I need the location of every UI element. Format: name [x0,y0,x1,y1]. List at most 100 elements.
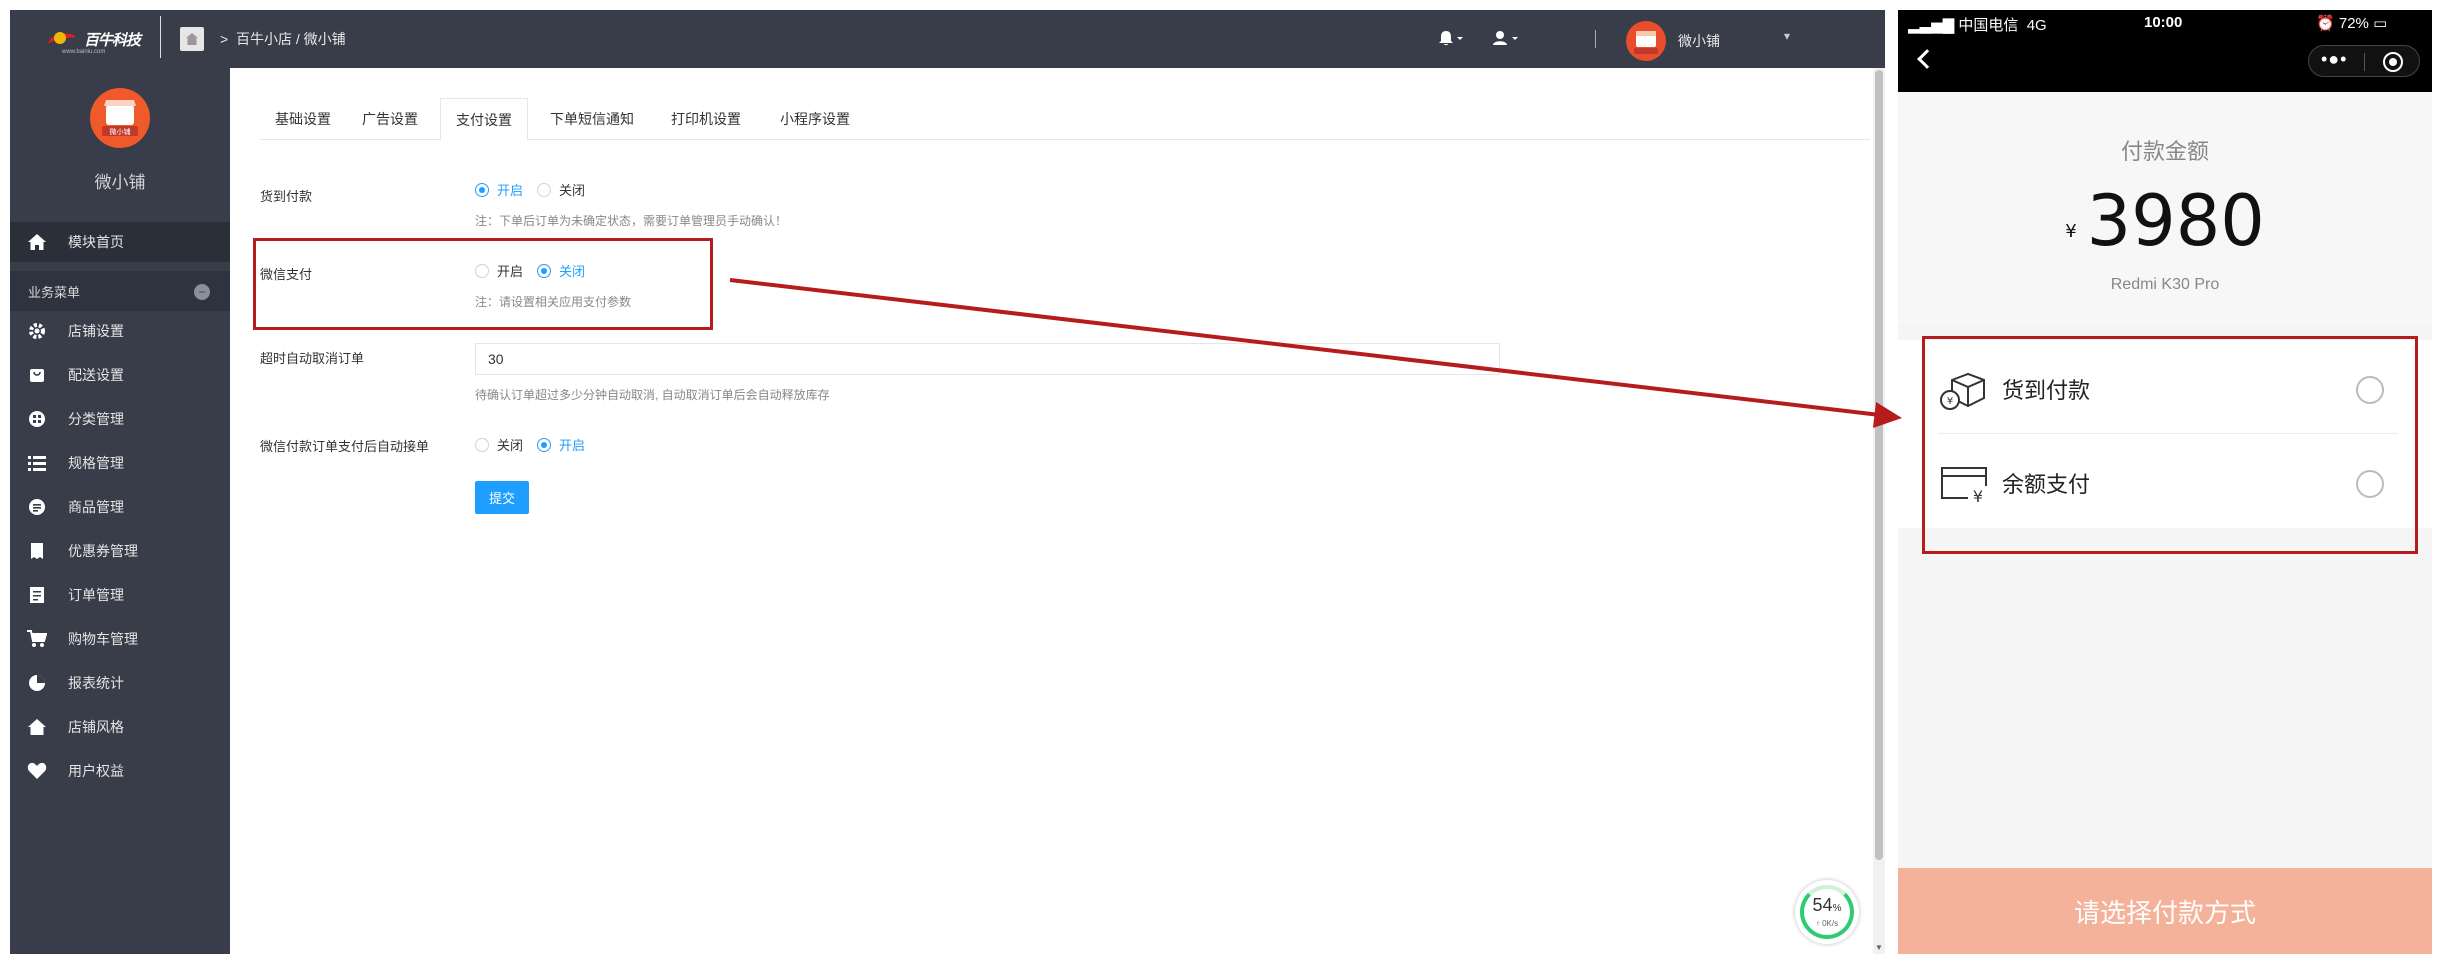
tab-sms[interactable]: 下单短信通知 [532,98,652,140]
coupon-icon [26,540,48,562]
tab-printer[interactable]: 打印机设置 [656,98,756,140]
pay-amount: ¥3980 [1898,180,2432,262]
carrier: 中国电信 [1958,17,2019,34]
select-payment-button[interactable]: 请选择付款方式 [1898,868,2432,954]
home-icon [26,716,48,738]
avatar[interactable] [1626,21,1666,61]
bell-icon[interactable] [1438,30,1464,51]
sidebar-item-style[interactable]: 店铺风格 [10,707,230,747]
tab-payment[interactable]: 支付设置 [440,98,528,141]
network-type: 4G [2026,17,2047,34]
topbar-divider [1595,30,1596,48]
scroll-down-icon[interactable]: ▼ [1875,943,1883,952]
admin-window: 百牛科技 www.bainiu.com > 百牛小店 / 微小铺 微小铺 ▾ 微… [10,10,1885,954]
heart-icon [26,760,48,782]
sidebar-item-home[interactable]: 模块首页 [10,222,230,262]
status-right: ⏰ 72% ▭ [2316,14,2387,32]
currency-symbol: ¥ [2065,221,2077,242]
tab-miniprogram[interactable]: 小程序设置 [760,98,870,140]
sidebar-item-label: 报表统计 [68,675,124,691]
cod-hint: 注：下单后订单为未确定状态，需要订单管理员手动确认！ [475,214,788,228]
battery-percent: 72% [2338,15,2369,32]
back-arrow-icon[interactable] [1917,49,1937,69]
cart-icon [26,628,48,650]
status-left: ▂▃▅▇ 中国电信 4G [1908,14,2047,35]
list-icon [26,452,48,474]
sidebar-item-coupon[interactable]: 优惠券管理 [10,531,230,571]
highlight-box-payment-options [1922,336,2418,554]
tab-ads[interactable]: 广告设置 [346,98,434,140]
sidebar-item-label: 分类管理 [68,411,124,427]
timeout-input[interactable]: 30 [475,343,1500,375]
topbar-divider [160,16,161,58]
amount-value: 3980 [2086,180,2265,262]
phone-header: ▂▃▅▇ 中国电信 4G 10:00 ⏰ 72% ▭ •●• [1898,10,2432,92]
auto-accept-radio-on[interactable]: 开启 [537,435,585,454]
network-speed-widget[interactable]: 54% ↑ 0K/s [1795,880,1859,944]
sidebar-item-delivery[interactable]: 配送设置 [10,355,230,395]
logo-subtext: www.bainiu.com [62,49,106,55]
collapse-toggle-icon[interactable]: − [194,284,210,300]
product-name: Redmi K30 Pro [2110,276,2220,293]
highlight-box-wechat [253,238,713,330]
home-icon [26,231,48,253]
miniprogram-capsule: •●• [2308,45,2420,77]
home-icon[interactable] [180,27,204,51]
logo-text: 百牛科技 [84,31,141,49]
sidebar-item-shop-settings[interactable]: 店铺设置 [10,311,230,351]
user-icon[interactable] [1492,30,1520,51]
sidebar-item-label: 用户权益 [68,763,124,779]
topbar-username[interactable]: 微小铺 [1678,31,1720,51]
breadcrumb: > 百牛小店 / 微小铺 [220,29,346,49]
scrollbar-thumb[interactable] [1875,70,1883,860]
timeout-label: 超时自动取消订单 [260,351,365,366]
timeout-hint: 待确认订单超过多少分钟自动取消, 自动取消订单后会自动释放库存 [475,388,830,402]
tab-basic[interactable]: 基础设置 [260,98,346,140]
cod-radio-off[interactable]: 关闭 [537,180,585,199]
amount-panel: 付款金额 ¥3980 Redmi K30 Pro [1898,92,2432,324]
cod-radio-on[interactable]: 开启 [475,180,523,199]
submit-button[interactable]: 提交 [475,481,529,514]
sidebar-item-cart[interactable]: 购物车管理 [10,619,230,659]
auto-accept-radio-off[interactable]: 关闭 [475,435,523,454]
radio-dot [537,437,551,452]
sidebar-item-label: 购物车管理 [68,631,138,647]
logo-mark-icon [46,28,78,51]
cod-label: 货到付款 [260,189,313,204]
radio-label: 关闭 [559,183,586,198]
sidebar-section-label: 业务菜单 [28,284,81,300]
speed-rate: ↑ 0K/s [1815,919,1839,928]
sidebar-item-goods[interactable]: 商品管理 [10,487,230,527]
battery-icon: ▭ [2373,15,2388,32]
sidebar-item-category[interactable]: 分类管理 [10,399,230,439]
grid-icon [26,408,48,430]
sidebar-item-label: 优惠券管理 [68,543,138,559]
sidebar-item-label: 店铺风格 [68,719,124,735]
sidebar-item-report[interactable]: 报表统计 [10,663,230,703]
order-icon [26,584,48,606]
settings-content: 基础设置 广告设置 支付设置 下单短信通知 打印机设置 小程序设置 货到付款 开… [230,68,1885,954]
sidebar-section-header[interactable]: 业务菜单 − [10,271,230,311]
radio-dot [537,182,551,197]
sidebar-item-order[interactable]: 订单管理 [10,575,230,615]
close-target-icon[interactable] [2383,52,2403,72]
scrollbar[interactable]: ▼ [1873,68,1885,954]
sidebar-item-label: 规格管理 [68,455,124,471]
goods-icon [26,496,48,518]
sidebar-item-spec[interactable]: 规格管理 [10,443,230,483]
radio-label: 关闭 [497,438,524,453]
shop-logo-icon: 微小铺 [90,88,150,148]
gear-icon [26,320,48,342]
sidebar-item-label: 店铺设置 [68,323,124,339]
capsule-divider [2364,53,2365,71]
signal-icon: ▂▃▅▇ [1908,17,1955,34]
sidebar-item-rights[interactable]: 用户权益 [10,751,230,791]
radio-label: 开启 [497,183,524,198]
sidebar: 微小铺 微小铺 模块首页 业务菜单 − 店铺设置 配送设置 分类管理 规格管理 [10,68,230,954]
upload-arrow-icon: ↑ [1815,919,1820,928]
admin-topbar: 百牛科技 www.bainiu.com > 百牛小店 / 微小铺 微小铺 ▾ [10,10,1885,68]
breadcrumb-text[interactable]: 百牛小店 / 微小铺 [236,31,346,47]
sidebar-item-label: 订单管理 [68,587,124,603]
more-dots-icon[interactable]: •●• [2321,49,2347,70]
chevron-down-icon[interactable]: ▾ [1784,29,1790,43]
